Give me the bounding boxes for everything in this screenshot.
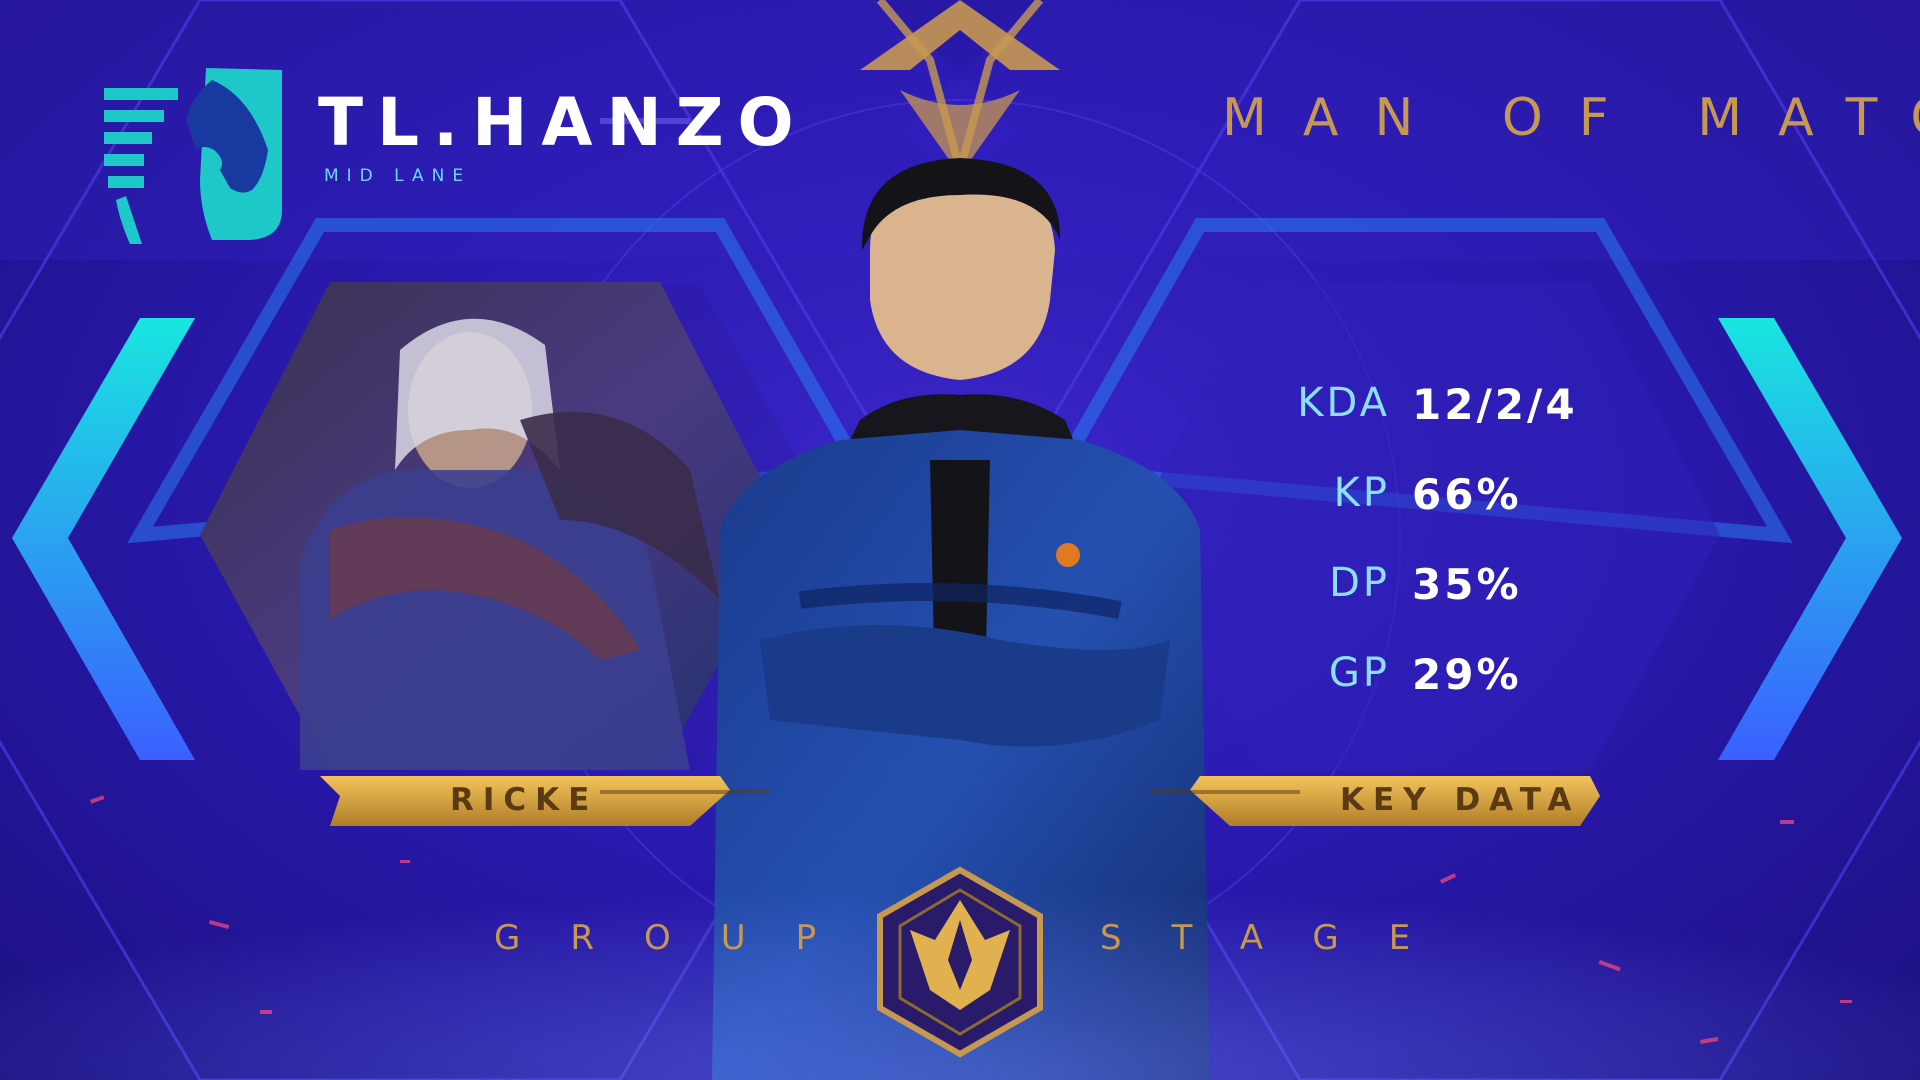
- stat-row-kp: KP 66%: [1260, 470, 1640, 560]
- stats-list: KDA 12/2/4 KP 66% DP 35% GP 29%: [1260, 380, 1640, 740]
- stat-value: 35%: [1412, 560, 1522, 609]
- hero-name-label: RICKE: [450, 782, 599, 818]
- page-title: MAN OF MATCH: [1222, 88, 1920, 148]
- stat-row-gp: GP 29%: [1260, 650, 1640, 740]
- footer-word-group: GROUP: [494, 918, 867, 958]
- player-role: MID LANE: [324, 166, 472, 186]
- stat-value: 66%: [1412, 470, 1522, 519]
- right-chevron-icon: [1718, 318, 1902, 760]
- stat-key: GP: [1328, 650, 1390, 696]
- stat-row-dp: DP 35%: [1260, 560, 1640, 650]
- stat-row-kda: KDA 12/2/4: [1260, 380, 1640, 470]
- stat-value: 29%: [1412, 650, 1522, 699]
- key-data-label: KEY DATA: [1340, 782, 1581, 818]
- stat-key: KP: [1333, 470, 1390, 516]
- stat-key: KDA: [1297, 380, 1390, 426]
- player-name: TL.HANZO: [318, 84, 808, 161]
- motm-card: TL.HANZO MID LANE MAN OF MATCH RICKE KEY…: [0, 0, 1920, 1080]
- stat-value: 12/2/4: [1412, 380, 1578, 429]
- stat-key: DP: [1329, 560, 1390, 606]
- footer-word-stage: STAGE: [1100, 918, 1461, 958]
